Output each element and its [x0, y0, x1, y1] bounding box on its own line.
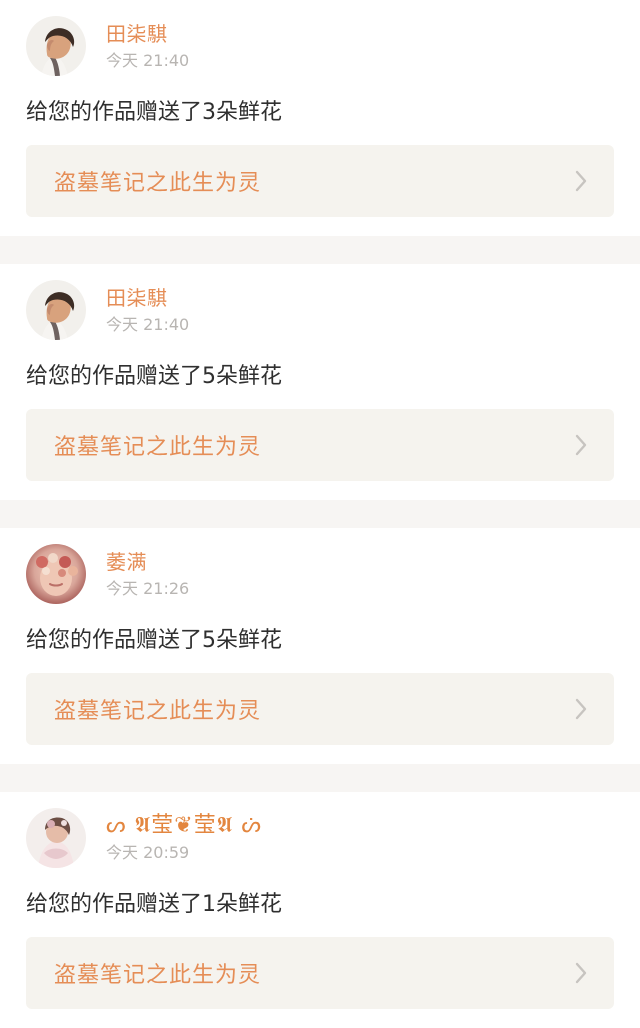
user-avatar[interactable] — [26, 280, 86, 340]
work-title: 盗墓笔记之此生为灵 — [54, 699, 262, 724]
work-title: 盗墓笔记之此生为灵 — [54, 435, 262, 460]
work-link-card[interactable]: 盗墓笔记之此生为灵 — [26, 145, 614, 217]
gift-notification-card: 萎满 今天 21:26 给您的作品赠送了5朵鲜花 盗墓笔记之此生为灵 — [0, 528, 640, 764]
notification-time: 今天 21:40 — [106, 51, 190, 70]
gift-message: 给您的作品赠送了1朵鲜花 — [26, 892, 282, 917]
username[interactable]: 田柒騏 — [106, 285, 189, 311]
gift-message: 给您的作品赠送了5朵鲜花 — [26, 628, 282, 653]
user-avatar[interactable] — [26, 544, 86, 604]
notification-header: ᔕ 𝕬莹❦莹𝕬 ᔖ 今天 20:59 — [26, 792, 614, 884]
username[interactable]: ᔕ 𝕬莹❦莹𝕬 ᔖ — [106, 813, 262, 839]
work-title: 盗墓笔记之此生为灵 — [54, 171, 262, 196]
username[interactable]: 田柒騏 — [106, 21, 189, 47]
chevron-right-icon — [572, 168, 590, 194]
gift-notification-card: 田柒騏 今天 21:40 给您的作品赠送了5朵鲜花 盗墓笔记之此生为灵 — [0, 264, 640, 500]
notification-time: 今天 21:26 — [106, 579, 190, 598]
notification-time: 今天 20:59 — [106, 843, 190, 862]
username[interactable]: 萎满 — [106, 549, 189, 575]
gift-message: 给您的作品赠送了5朵鲜花 — [26, 364, 282, 389]
gift-notification-card: 田柒騏 今天 21:40 给您的作品赠送了3朵鲜花 盗墓笔记之此生为灵 — [0, 0, 640, 236]
user-meta: 田柒騏 今天 21:40 — [106, 21, 189, 71]
profile-portrait-icon — [26, 16, 86, 76]
notification-header: 萎满 今天 21:26 — [26, 528, 614, 620]
user-meta: 萎满 今天 21:26 — [106, 549, 189, 599]
work-link-card[interactable]: 盗墓笔记之此生为灵 — [26, 937, 614, 1009]
work-title: 盗墓笔记之此生为灵 — [54, 963, 262, 988]
chevron-right-icon — [572, 432, 590, 458]
chevron-right-icon — [572, 696, 590, 722]
notification-time: 今天 21:40 — [106, 315, 190, 334]
user-avatar[interactable] — [26, 808, 86, 868]
notification-header: 田柒騏 今天 21:40 — [26, 0, 614, 92]
profile-floral-icon — [26, 544, 86, 604]
work-link-card[interactable]: 盗墓笔记之此生为灵 — [26, 673, 614, 745]
user-avatar[interactable] — [26, 16, 86, 76]
profile-portrait-icon — [26, 280, 86, 340]
user-meta: ᔕ 𝕬莹❦莹𝕬 ᔖ 今天 20:59 — [106, 813, 262, 863]
chevron-right-icon — [572, 960, 590, 986]
gift-notification-feed: 田柒騏 今天 21:40 给您的作品赠送了3朵鲜花 盗墓笔记之此生为灵 田柒騏 … — [0, 0, 640, 1028]
work-link-card[interactable]: 盗墓笔记之此生为灵 — [26, 409, 614, 481]
gift-message: 给您的作品赠送了3朵鲜花 — [26, 100, 282, 125]
user-meta: 田柒騏 今天 21:40 — [106, 285, 189, 335]
profile-costume-icon — [26, 808, 86, 868]
gift-notification-card: ᔕ 𝕬莹❦莹𝕬 ᔖ 今天 20:59 给您的作品赠送了1朵鲜花 盗墓笔记之此生为… — [0, 792, 640, 1028]
notification-header: 田柒騏 今天 21:40 — [26, 264, 614, 356]
